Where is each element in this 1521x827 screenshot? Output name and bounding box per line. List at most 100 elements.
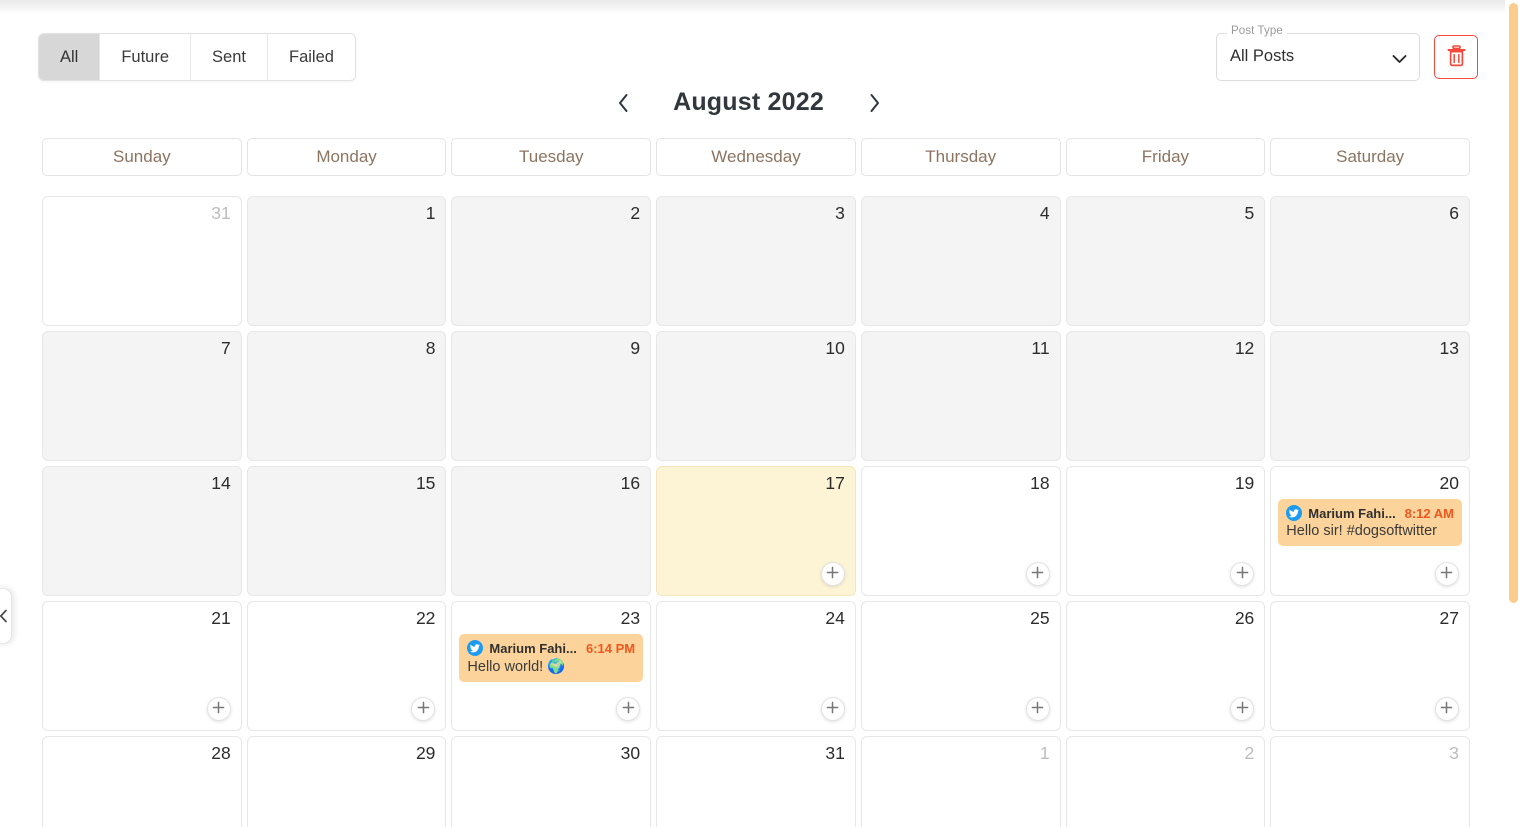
day-number: 11 xyxy=(1031,338,1050,358)
day-cell-1[interactable]: 1 xyxy=(860,736,1061,827)
day-cell-2[interactable]: 2 xyxy=(451,196,652,326)
day-cell-9[interactable]: 9 xyxy=(451,331,652,461)
tab-all[interactable]: All xyxy=(39,34,101,80)
post-time: 6:14 PM xyxy=(586,640,636,656)
day-cell-6[interactable]: 6 xyxy=(1270,196,1470,326)
calendar-app: All Future Sent Failed Post Type All Pos… xyxy=(0,0,1521,827)
add-post-button[interactable] xyxy=(411,697,436,721)
plus-icon xyxy=(1440,566,1453,582)
day-of-week-header: Sunday Monday Tuesday Wednesday Thursday Frid… xyxy=(42,138,1470,176)
day-cell-30[interactable]: 30 xyxy=(451,736,652,827)
day-cell-19[interactable]: 19 xyxy=(1065,466,1266,596)
tab-sent[interactable]: Sent xyxy=(191,34,268,80)
day-cell-15[interactable]: 15 xyxy=(246,466,447,596)
day-number: 31 xyxy=(211,203,231,223)
day-cell-31[interactable]: 31 xyxy=(656,736,856,827)
day-cell-17[interactable]: 17 xyxy=(656,466,856,596)
day-cell-8[interactable]: 8 xyxy=(246,331,447,461)
day-number: 26 xyxy=(1234,608,1255,628)
tab-failed[interactable]: Failed xyxy=(267,34,355,80)
day-number: 5 xyxy=(1244,203,1255,223)
day-number: 29 xyxy=(415,743,436,763)
twitter-icon xyxy=(1286,505,1303,521)
vertical-scrollbar[interactable] xyxy=(1505,0,1521,827)
day-number: 21 xyxy=(211,608,231,628)
add-post-button[interactable] xyxy=(820,562,845,586)
day-number: 3 xyxy=(835,203,845,223)
day-of-week-saturday: Saturday xyxy=(1270,138,1470,176)
day-cell-1[interactable]: 1 xyxy=(246,196,447,326)
twitter-icon xyxy=(467,640,484,656)
day-cell-11[interactable]: 11 xyxy=(860,331,1061,461)
day-number: 28 xyxy=(211,743,231,763)
add-post-button[interactable] xyxy=(1025,697,1050,721)
calendar-week-row: 14 15 16 17 18 19 20 Marium Fahi... 8:12 AM Hello… xyxy=(42,466,1470,596)
day-number: 4 xyxy=(1039,203,1050,223)
day-cell-24[interactable]: 24 xyxy=(656,601,856,731)
day-cell-12[interactable]: 12 xyxy=(1065,331,1266,461)
day-number: 1 xyxy=(425,203,436,223)
delete-button[interactable] xyxy=(1434,35,1478,79)
scheduled-post-card[interactable]: Marium Fahi... 6:14 PM Hello world! 🌍 xyxy=(459,634,644,682)
plus-icon xyxy=(826,566,839,582)
add-post-button[interactable] xyxy=(820,697,845,721)
calendar-week-row: 31 1 2 3 4 5 6 xyxy=(42,196,1470,326)
calendar-week-row: 28 29 30 31 1 2 3 xyxy=(42,736,1470,827)
day-cell-21[interactable]: 21 xyxy=(42,601,242,731)
day-cell-28[interactable]: 28 xyxy=(42,736,242,827)
day-cell-26[interactable]: 26 xyxy=(1065,601,1266,731)
day-number: 6 xyxy=(1449,203,1459,223)
tab-future[interactable]: Future xyxy=(100,34,192,80)
day-cell-3[interactable]: 3 xyxy=(656,196,856,326)
sidebar-collapse-handle[interactable] xyxy=(0,588,12,644)
day-cell-13[interactable]: 13 xyxy=(1270,331,1470,461)
day-cell-20[interactable]: 20 Marium Fahi... 8:12 AM Hello sir! #dogso… xyxy=(1270,466,1470,596)
day-cell-14[interactable]: 14 xyxy=(42,466,242,596)
plus-icon xyxy=(1031,701,1044,717)
post-filter-tabs: All Future Sent Failed xyxy=(38,33,356,81)
scheduled-post-card[interactable]: Marium Fahi... 8:12 AM Hello sir! #dogsoft… xyxy=(1278,499,1462,546)
day-number: 14 xyxy=(211,473,231,493)
day-cell-25[interactable]: 25 xyxy=(860,601,1061,731)
day-cell-10[interactable]: 10 xyxy=(656,331,856,461)
day-cell-5[interactable]: 5 xyxy=(1065,196,1266,326)
day-number: 22 xyxy=(415,608,436,628)
day-number: 30 xyxy=(620,743,641,763)
day-number: 16 xyxy=(620,473,641,493)
next-month-button[interactable] xyxy=(862,89,887,117)
add-post-button[interactable] xyxy=(1025,562,1050,586)
day-cell-2[interactable]: 2 xyxy=(1065,736,1266,827)
day-number: 17 xyxy=(825,473,845,493)
day-cell-22[interactable]: 22 xyxy=(246,601,447,731)
scrollbar-thumb[interactable] xyxy=(1509,3,1518,603)
add-post-button[interactable] xyxy=(1434,562,1459,586)
plus-icon xyxy=(826,701,839,717)
calendar-grid: Sunday Monday Tuesday Wednesday Thursday Frid… xyxy=(42,138,1470,827)
day-cell-16[interactable]: 16 xyxy=(451,466,652,596)
day-number: 25 xyxy=(1030,608,1050,628)
post-author: Marium Fahi... xyxy=(489,640,577,656)
prev-month-button[interactable] xyxy=(611,89,636,117)
plus-icon xyxy=(212,701,225,717)
day-number: 1 xyxy=(1039,743,1050,763)
plus-icon xyxy=(1031,566,1044,582)
chevron-down-icon xyxy=(1392,51,1407,69)
day-cell-3[interactable]: 3 xyxy=(1270,736,1470,827)
add-post-button[interactable] xyxy=(206,697,231,721)
day-cell-7[interactable]: 7 xyxy=(42,331,242,461)
add-post-button[interactable] xyxy=(1230,562,1255,586)
day-of-week-tuesday: Tuesday xyxy=(451,138,652,176)
post-type-select[interactable]: Post Type All Posts xyxy=(1216,25,1420,81)
post-time: 8:12 AM xyxy=(1404,505,1454,521)
day-cell-31[interactable]: 31 xyxy=(42,196,242,326)
month-title: August 2022 xyxy=(673,88,824,116)
day-cell-4[interactable]: 4 xyxy=(860,196,1061,326)
add-post-button[interactable] xyxy=(616,697,641,721)
day-cell-27[interactable]: 27 xyxy=(1270,601,1470,731)
add-post-button[interactable] xyxy=(1434,697,1459,721)
day-cell-23[interactable]: 23 Marium Fahi... 6:14 PM Hello world! 🌍 xyxy=(451,601,652,731)
day-cell-29[interactable]: 29 xyxy=(246,736,447,827)
day-cell-18[interactable]: 18 xyxy=(860,466,1061,596)
day-number: 12 xyxy=(1234,338,1255,358)
add-post-button[interactable] xyxy=(1230,697,1255,721)
